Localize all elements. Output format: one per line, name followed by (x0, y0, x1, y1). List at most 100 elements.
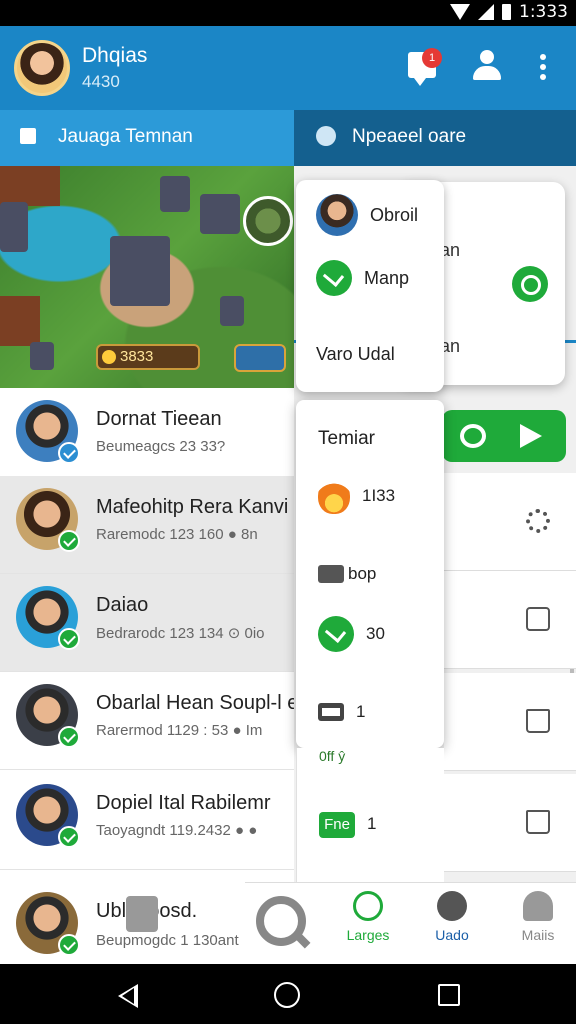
list-item[interactable]: Dopiel Ital Rabilemr Taoyagndt 119.2432 … (0, 772, 294, 870)
square-icon[interactable] (526, 607, 550, 631)
list-item[interactable]: Daiao Bedrarodc 123 134 ⊙ 0io (0, 574, 294, 672)
menu-item[interactable]: 1 (318, 702, 365, 722)
menu-item[interactable]: bop (318, 564, 376, 584)
nav-label: Larges (346, 927, 390, 943)
leaf-icon (353, 891, 383, 921)
wifi-icon (450, 4, 470, 20)
game-action-button[interactable] (234, 344, 286, 372)
grey-tile-icon[interactable] (126, 896, 158, 932)
menu-item-label: 1I33 (362, 486, 396, 505)
avatar (16, 400, 80, 464)
home-icon[interactable] (526, 810, 550, 834)
list-item-title: Obarlal Hean Soupl-l e (96, 692, 294, 714)
avatar (16, 892, 80, 956)
menu-item[interactable]: 30 (318, 616, 385, 652)
game-score: 3833 (96, 344, 200, 370)
nav-label: Maiis (521, 927, 555, 943)
check-icon (318, 616, 354, 652)
more-menu-icon[interactable] (540, 54, 548, 80)
popup-item[interactable]: Varo Udal (316, 344, 395, 365)
verified-icon (58, 628, 80, 650)
fine-count: 1 (367, 814, 377, 833)
popup-item[interactable]: Obroil (316, 194, 418, 236)
battery-icon (502, 4, 511, 20)
search-icon[interactable] (256, 896, 306, 946)
popup-menu-title: Temiar (318, 428, 376, 449)
check-icon (316, 260, 352, 296)
list-item-subtitle: Raremodc 123 160 ● 8n (96, 526, 258, 543)
verified-icon (58, 530, 80, 552)
profile-subtitle: 4430 (82, 72, 120, 91)
status-icons: 1:333 (450, 2, 568, 22)
list-item[interactable]: Dornat Tieean Beumeagcs 23 33? (0, 388, 294, 486)
avatar (16, 684, 80, 748)
list-item-subtitle: Beumeagcs 23 33? (96, 438, 226, 455)
tab-right[interactable]: Npeaeel oare (294, 110, 576, 166)
app-bar: Dhqias 4430 1 (0, 26, 576, 110)
popup-item-label: Obroil (370, 204, 419, 225)
person-icon (523, 891, 553, 921)
faint-text: 0ff ŷ (319, 748, 346, 764)
green-action-bar[interactable] (442, 410, 566, 462)
profile-name: Dhqias (82, 44, 148, 67)
fine-badge[interactable]: Fne (319, 812, 355, 838)
recent-apps-icon[interactable] (438, 984, 460, 1006)
avatar (16, 586, 80, 650)
refresh-icon[interactable] (460, 424, 486, 448)
right-row-settings[interactable] (444, 473, 576, 571)
list-item[interactable]: Mafeohitp Rera Kanvi Raremodc 123 160 ● … (0, 476, 294, 574)
user-icon[interactable] (472, 50, 502, 82)
popup-item-label: Varo Udal (316, 344, 395, 364)
list-item-subtitle: Bedrarodc 123 134 ⊙ 0io (96, 625, 265, 642)
menu-item-label: 1 (356, 702, 366, 721)
home-button-icon[interactable] (274, 982, 300, 1008)
bookmark-icon (20, 128, 36, 144)
chat-bubble-icon[interactable] (512, 266, 548, 302)
box-icon (318, 565, 344, 583)
verified-icon (58, 826, 80, 848)
tab-right-label: Npeaeel oare (352, 126, 467, 147)
back-icon[interactable] (118, 984, 138, 1008)
list-item-subtitle: Taoyagndt 119.2432 ● ● (96, 822, 258, 839)
avatar (16, 488, 80, 552)
system-nav-bar (0, 964, 576, 1024)
menu-item[interactable]: 1I33 (318, 478, 395, 514)
right-row-square[interactable] (444, 571, 576, 669)
list-item-title: Mafeohitp Rera Kanvi (96, 496, 289, 518)
under-panel: 0ff ŷ Fne 1 (296, 748, 444, 882)
list-item[interactable]: Obarlal Hean Soupl-l e Rarermod 1129 : 5… (0, 672, 294, 770)
list-item-title: Daiao (96, 594, 149, 616)
tab-left-label: Jauaga Temnan (58, 126, 193, 147)
avatar (316, 194, 358, 236)
home-icon[interactable] (526, 709, 550, 733)
game-player-avatar[interactable] (243, 196, 293, 246)
fire-icon (318, 478, 350, 514)
right-row-home[interactable] (444, 673, 576, 771)
profile-avatar[interactable] (14, 40, 70, 96)
nav-item-larges[interactable]: Larges (333, 891, 403, 943)
popup-menu: Temiar 1I33 bop 30 1 (296, 400, 444, 748)
list-item-subtitle: Rarermod 1129 : 53 ● Im (96, 722, 263, 739)
status-badge-icon (58, 442, 80, 464)
nav-item-uado[interactable]: Uado (417, 891, 487, 943)
chat-icon (316, 126, 336, 146)
messages-badge: 1 (422, 48, 442, 68)
share-icon[interactable] (520, 424, 542, 448)
list-item-title: Dornat Tieean (96, 408, 222, 430)
right-row-home-2[interactable] (444, 774, 576, 872)
verified-icon (58, 934, 80, 956)
nav-item-maiis[interactable]: Maiis (503, 891, 573, 943)
avatar (16, 784, 80, 848)
chat-icon (437, 891, 467, 921)
box-icon (318, 703, 344, 721)
gear-icon[interactable] (526, 509, 550, 533)
contact-popup: Obroil Manp Varo Udal (296, 180, 444, 392)
popup-item-label: Manp (364, 267, 410, 288)
status-time: 1:333 (519, 2, 568, 22)
menu-item-label: 30 (366, 624, 385, 643)
signal-icon (478, 4, 494, 20)
tab-left[interactable]: Jauaga Temnan (0, 110, 294, 166)
popup-item[interactable]: Manp (316, 260, 409, 296)
list-item-title: Dopiel Ital Rabilemr (96, 792, 271, 814)
status-bar: 1:333 (0, 0, 576, 26)
